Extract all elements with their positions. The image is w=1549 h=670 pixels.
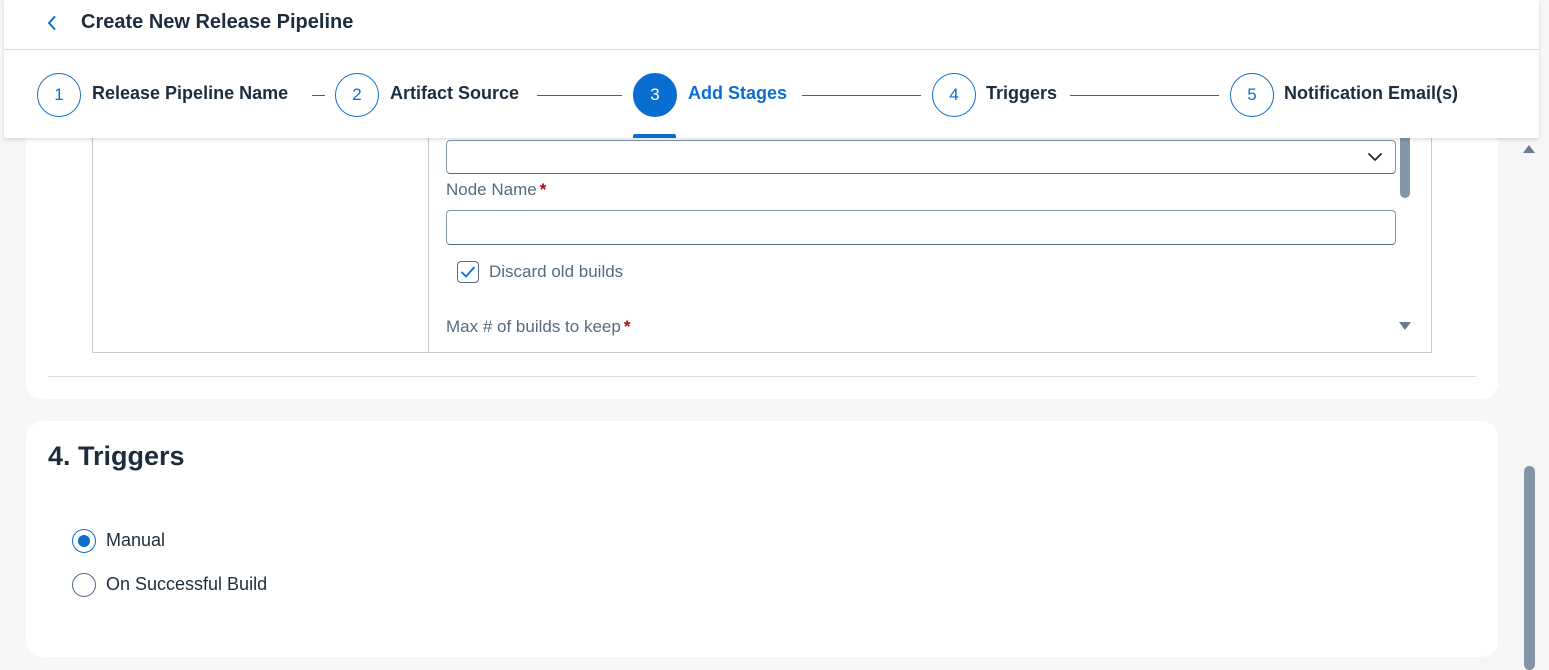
page-header: Create New Release Pipeline 1 Release Pi… bbox=[4, 0, 1539, 138]
discard-old-builds-checkbox[interactable] bbox=[457, 261, 479, 283]
node-name-label: Node Name * bbox=[446, 180, 547, 199]
required-mark: * bbox=[539, 180, 547, 199]
page-scrollbar-thumb[interactable] bbox=[1524, 466, 1535, 670]
title-bar: Create New Release Pipeline bbox=[4, 0, 1539, 50]
chevron-down-icon bbox=[1368, 153, 1382, 161]
wizard-step-5-label[interactable]: Notification Email(s) bbox=[1284, 83, 1458, 104]
wizard-step-3-number[interactable]: 3 bbox=[633, 73, 677, 117]
wizard-step-4-number[interactable]: 4 bbox=[932, 73, 976, 117]
on-successful-build-radio[interactable] bbox=[72, 573, 96, 597]
max-builds-label: Max # of builds to keep * bbox=[446, 317, 631, 336]
scroll-down-arrow-icon[interactable] bbox=[1399, 321, 1411, 331]
scroll-up-arrow-icon[interactable] bbox=[1522, 143, 1536, 155]
wizard-connector bbox=[537, 95, 622, 96]
wizard-step-2-label[interactable]: Artifact Source bbox=[390, 83, 519, 104]
wizard-step-4-label[interactable]: Triggers bbox=[986, 83, 1057, 104]
page-title: Create New Release Pipeline bbox=[81, 11, 354, 33]
checkmark-icon bbox=[461, 266, 475, 278]
active-step-indicator bbox=[633, 134, 676, 138]
on-successful-build-radio-label[interactable]: On Successful Build bbox=[106, 574, 267, 595]
wizard-connector bbox=[1070, 95, 1219, 96]
discard-old-builds-label[interactable]: Discard old builds bbox=[489, 262, 623, 282]
section-title: 4. Triggers bbox=[48, 441, 185, 471]
back-button[interactable] bbox=[36, 9, 68, 37]
manual-radio-label[interactable]: Manual bbox=[106, 530, 165, 551]
wizard-step-1-label[interactable]: Release Pipeline Name bbox=[92, 83, 288, 104]
wizard-step-3-label[interactable]: Add Stages bbox=[688, 83, 787, 104]
chevron-left-icon bbox=[48, 16, 56, 30]
triggers-card: 4. Triggers Manual On Successful Build bbox=[26, 421, 1498, 657]
wizard-connector bbox=[802, 95, 921, 96]
wizard-connector bbox=[312, 95, 325, 96]
divider bbox=[48, 376, 1476, 377]
inner-scrollbar-thumb[interactable] bbox=[1400, 130, 1410, 198]
manual-radio[interactable] bbox=[72, 529, 96, 553]
required-mark: * bbox=[623, 317, 631, 336]
node-name-input[interactable] bbox=[446, 210, 1396, 245]
wizard-step-5-number[interactable]: 5 bbox=[1230, 73, 1274, 117]
page: Create New Release Pipeline 1 Release Pi… bbox=[0, 0, 1549, 670]
wizard-step-1-number[interactable]: 1 bbox=[37, 73, 81, 117]
wizard-step-2-number[interactable]: 2 bbox=[335, 73, 379, 117]
stage-select[interactable] bbox=[446, 140, 1396, 174]
stage-list-column bbox=[93, 130, 429, 352]
